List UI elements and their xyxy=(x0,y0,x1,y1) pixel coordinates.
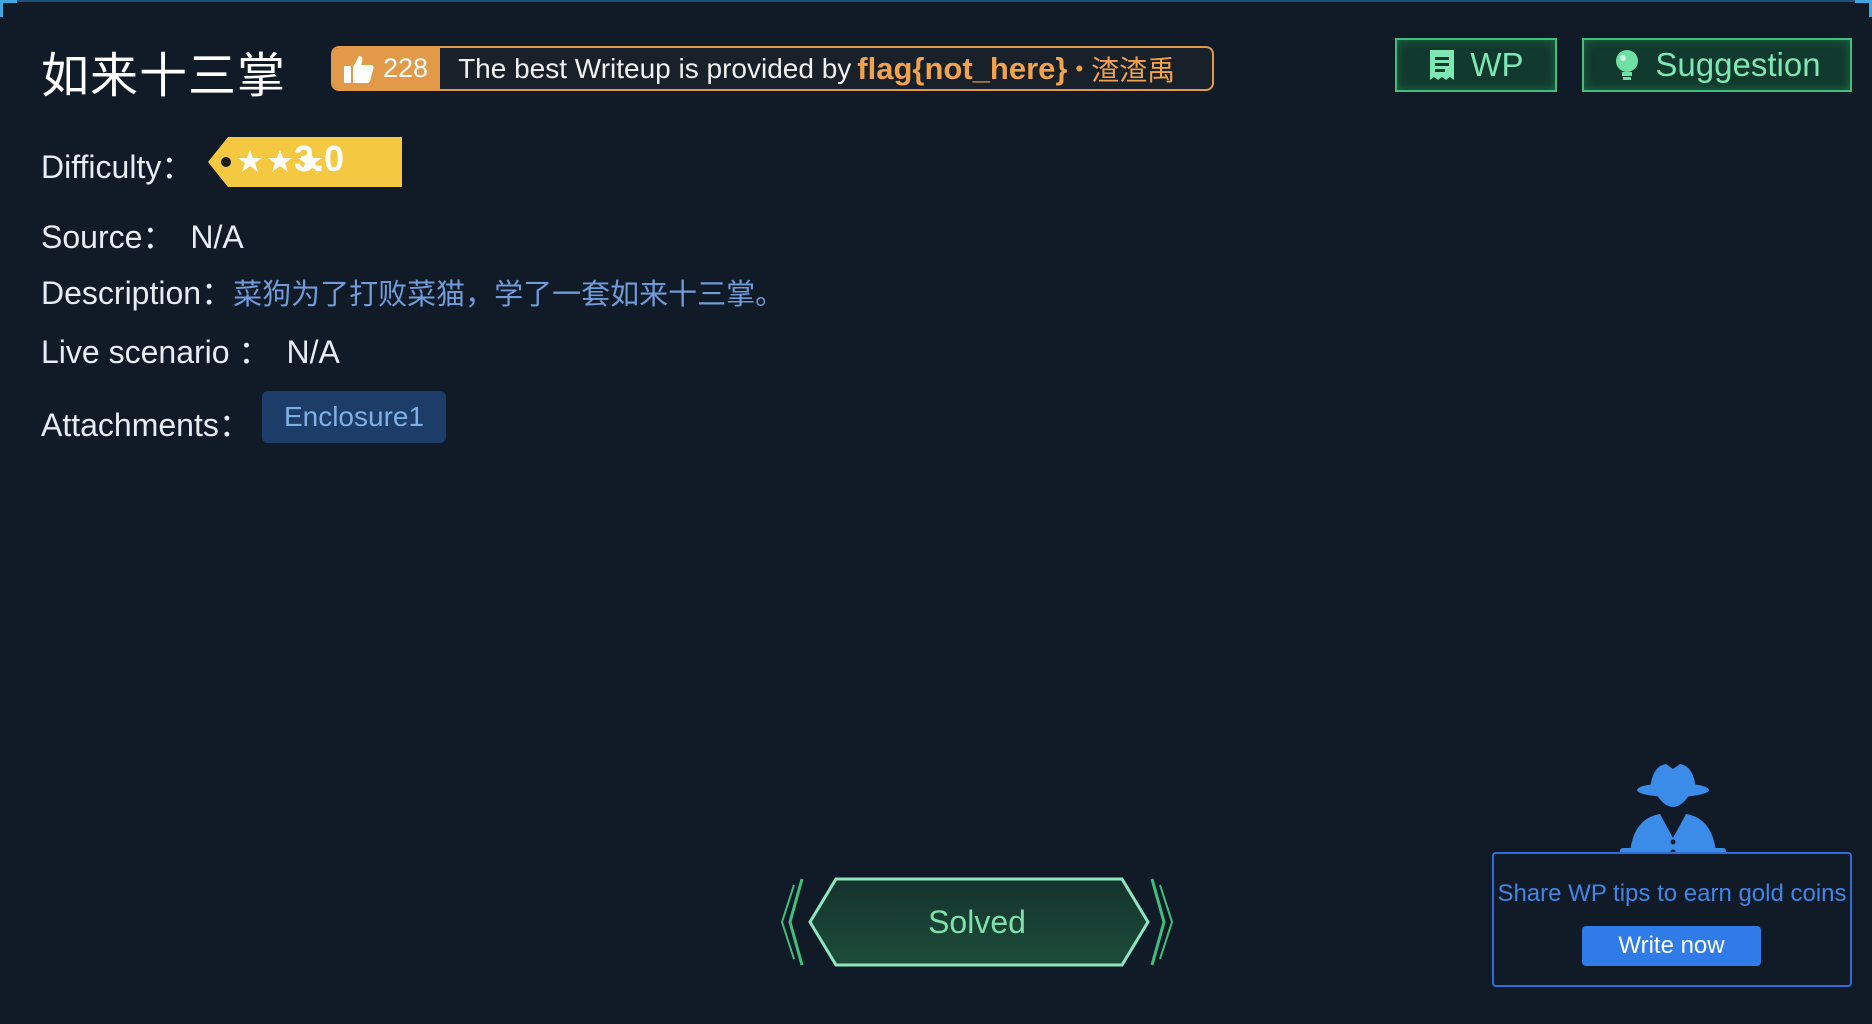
top-border xyxy=(0,0,1872,2)
lightbulb-icon xyxy=(1616,50,1639,80)
challenge-title: 如来十三掌 xyxy=(41,48,287,104)
wp-button[interactable]: WP xyxy=(1395,38,1557,92)
like-counter[interactable]: 228 xyxy=(333,48,441,89)
live-scenario-row: Live scenario ： N/A xyxy=(41,327,340,373)
attachment-download-button[interactable]: Enclosure1 xyxy=(262,391,446,443)
solved-status[interactable]: Solved xyxy=(776,875,1178,969)
difficulty-row: Difficulty： xyxy=(41,142,193,188)
thumbs-up-icon xyxy=(344,55,374,83)
writeup-provider[interactable]: flag{not_here} xyxy=(857,51,1067,87)
attachments-label: Attachments： xyxy=(41,407,251,443)
live-scenario-label: Live scenario ： xyxy=(41,334,271,370)
promo-text: Share WP tips to earn gold coins xyxy=(1497,880,1847,907)
like-count: 228 xyxy=(383,53,429,83)
description-label: Description： xyxy=(41,275,234,311)
suggestion-button-label: Suggestion xyxy=(1655,46,1821,83)
writeup-provider-alt[interactable]: 渣渣禹 xyxy=(1091,49,1175,89)
frame-corner-top-left xyxy=(0,0,17,17)
provider-separator: • xyxy=(1075,55,1084,81)
frame-corner-top-right xyxy=(1855,0,1872,17)
write-now-button[interactable]: Write now xyxy=(1582,926,1761,966)
write-wp-promo xyxy=(1492,852,1852,987)
source-value: N/A xyxy=(190,219,244,255)
description-value: 菜狗为了打败菜猫，学了一套如来十三掌。 xyxy=(233,277,785,311)
writeup-text: The best Writeup is provided by xyxy=(458,52,852,84)
spy-icon xyxy=(1620,764,1726,862)
description-row: Description：菜狗为了打败菜猫，学了一套如来十三掌。 xyxy=(41,268,784,314)
difficulty-value: 3.0 xyxy=(294,138,345,179)
source-row: Source： N/A xyxy=(41,212,244,258)
best-writeup-banner[interactable]: 228 The best Writeup is provided by flag… xyxy=(331,46,1214,91)
attachments-row: Attachments： xyxy=(41,400,251,446)
source-label: Source： xyxy=(41,219,175,255)
live-scenario-value: N/A xyxy=(286,334,340,370)
wp-button-label: WP xyxy=(1470,46,1524,83)
difficulty-label: Difficulty： xyxy=(41,149,194,185)
document-icon xyxy=(1430,50,1455,80)
suggestion-button[interactable]: Suggestion xyxy=(1582,38,1852,92)
